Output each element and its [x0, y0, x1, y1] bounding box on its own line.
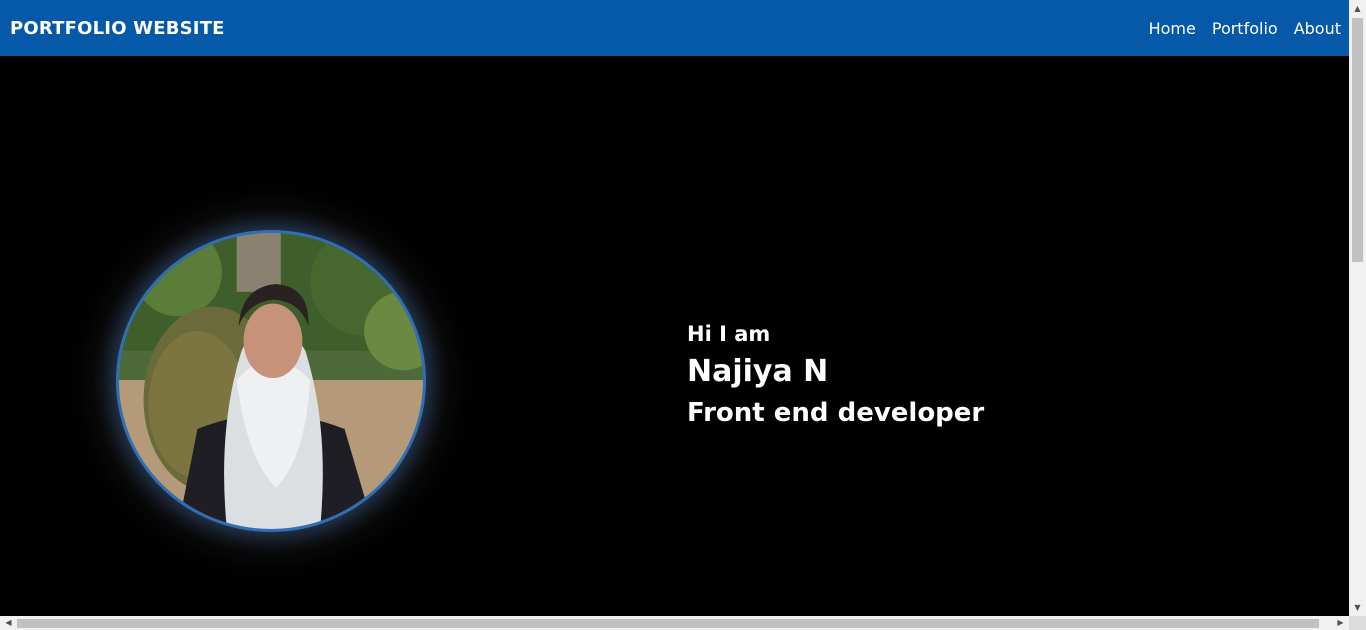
greeting-text: Hi I am — [687, 322, 771, 346]
hero-section: Hi I am Najiya N Front end developer — [0, 56, 1349, 616]
vertical-scroll-thumb[interactable] — [1352, 18, 1363, 262]
profile-photo-illustration — [119, 233, 423, 529]
top-navbar: PORTFOLIO WEBSITE Home Portfolio About — [0, 0, 1349, 56]
profile-photo — [116, 230, 426, 532]
scroll-left-icon[interactable]: ◀ — [0, 616, 17, 630]
vertical-scrollbar[interactable]: ▲ ▼ — [1349, 0, 1366, 616]
person-name: Najiya N — [687, 354, 829, 389]
site-brand[interactable]: PORTFOLIO WEBSITE — [10, 18, 225, 39]
nav-link-about[interactable]: About — [1294, 19, 1341, 38]
scroll-up-icon[interactable]: ▲ — [1349, 0, 1366, 17]
scroll-right-icon[interactable]: ▶ — [1332, 616, 1349, 630]
nav-link-home[interactable]: Home — [1149, 19, 1196, 38]
scroll-down-icon[interactable]: ▼ — [1349, 599, 1366, 616]
scrollbar-corner — [1349, 616, 1366, 630]
person-role: Front end developer — [687, 398, 985, 428]
intro-text: Hi I am Najiya N Front end developer — [687, 320, 984, 432]
nav-links: Home Portfolio About — [1133, 19, 1341, 38]
page-viewport: PORTFOLIO WEBSITE Home Portfolio About H… — [0, 0, 1349, 616]
nav-link-portfolio[interactable]: Portfolio — [1212, 19, 1278, 38]
horizontal-scrollbar[interactable]: ◀ ▶ — [0, 616, 1349, 630]
horizontal-scroll-thumb[interactable] — [17, 619, 1319, 628]
